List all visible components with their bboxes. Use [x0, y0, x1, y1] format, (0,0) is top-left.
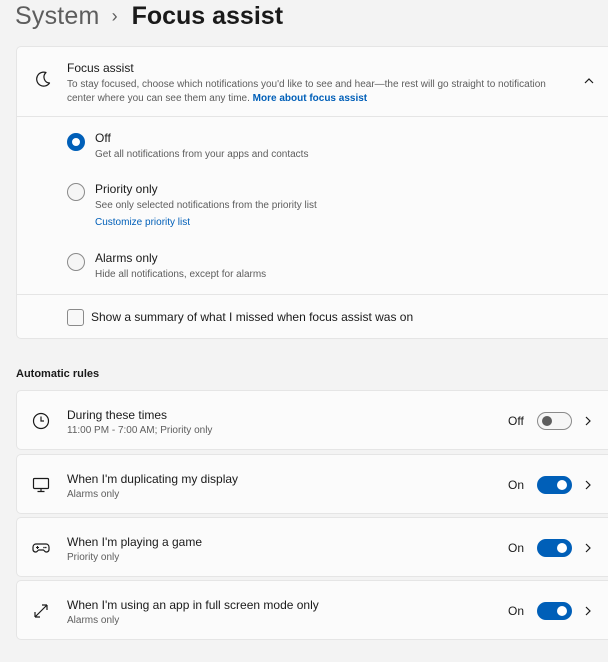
rule-toggle[interactable]: [537, 412, 572, 430]
rule-title: When I'm playing a game: [67, 535, 203, 549]
rule-subtitle: Alarms only: [67, 615, 120, 626]
rule-playing-game[interactable]: When I'm playing a game Priority only On: [16, 517, 608, 577]
rule-subtitle: Priority only: [67, 552, 120, 563]
rule-toggle[interactable]: [537, 476, 572, 494]
breadcrumb-system-link[interactable]: System: [15, 2, 100, 31]
page-title: Focus assist: [131, 1, 284, 30]
focus-assist-description: To stay focused, choose which notificati…: [67, 78, 547, 106]
monitor-icon: [32, 477, 50, 493]
toggle-knob: [542, 416, 552, 426]
rule-title: When I'm duplicating my display: [67, 472, 239, 486]
chevron-up-icon[interactable]: [583, 75, 595, 87]
rule-state-label: On: [508, 604, 525, 618]
focus-assist-title: Focus assist: [67, 61, 134, 75]
breadcrumb-separator: ›: [111, 5, 118, 26]
option-priority-only-label: Priority only: [95, 182, 158, 196]
more-about-focus-assist-link[interactable]: More about focus assist: [253, 93, 367, 104]
moon-icon: [36, 71, 51, 87]
radio-priority-only[interactable]: [67, 183, 85, 201]
fullscreen-icon: [34, 604, 48, 618]
rule-state-label: On: [508, 478, 525, 492]
clock-icon: [32, 412, 50, 430]
automatic-rules-heading: Automatic rules: [16, 368, 100, 380]
option-off[interactable]: Off Get all notifications from your apps…: [17, 125, 608, 170]
rule-title: During these times: [67, 408, 168, 422]
option-alarms-only-description: Hide all notifications, except for alarm…: [95, 269, 267, 280]
option-alarms-only-label: Alarms only: [95, 251, 158, 265]
option-priority-only-description: See only selected notifications from the…: [95, 200, 317, 211]
summary-checkbox[interactable]: [67, 309, 84, 326]
chevron-right-icon[interactable]: [583, 415, 593, 427]
option-priority-only[interactable]: Priority only See only selected notifica…: [17, 175, 608, 235]
customize-priority-list-link[interactable]: Customize priority list: [95, 217, 190, 228]
option-off-description: Get all notifications from your apps and…: [95, 149, 309, 160]
chevron-right-icon[interactable]: [583, 542, 593, 554]
rule-subtitle: 11:00 PM - 7:00 AM; Priority only: [67, 425, 213, 436]
rule-during-these-times[interactable]: During these times 11:00 PM - 7:00 AM; P…: [16, 390, 608, 450]
focus-assist-card: Focus assist To stay focused, choose whi…: [16, 46, 608, 339]
rule-state-label: Off: [508, 414, 524, 428]
summary-checkbox-label: Show a summary of what I missed when foc…: [91, 310, 414, 324]
radio-off[interactable]: [67, 133, 85, 151]
rule-toggle[interactable]: [537, 602, 572, 620]
chevron-right-icon[interactable]: [583, 479, 593, 491]
rule-state-label: On: [508, 541, 525, 555]
rule-toggle[interactable]: [537, 539, 572, 557]
toggle-knob: [557, 606, 567, 616]
rule-title: When I'm using an app in full screen mod…: [67, 598, 319, 612]
focus-assist-header[interactable]: Focus assist To stay focused, choose whi…: [17, 47, 608, 117]
summary-row[interactable]: Show a summary of what I missed when foc…: [17, 294, 608, 339]
option-alarms-only[interactable]: Alarms only Hide all notifications, exce…: [17, 245, 608, 290]
toggle-knob: [557, 480, 567, 490]
rule-subtitle: Alarms only: [67, 489, 120, 500]
chevron-right-icon[interactable]: [583, 605, 593, 617]
rule-duplicating-display[interactable]: When I'm duplicating my display Alarms o…: [16, 454, 608, 514]
radio-alarms-only[interactable]: [67, 253, 85, 271]
gamepad-icon: [32, 543, 50, 553]
toggle-knob: [557, 543, 567, 553]
breadcrumb: System › Focus assist: [15, 0, 283, 32]
rule-full-screen[interactable]: When I'm using an app in full screen mod…: [16, 580, 608, 640]
option-off-label: Off: [95, 131, 111, 145]
